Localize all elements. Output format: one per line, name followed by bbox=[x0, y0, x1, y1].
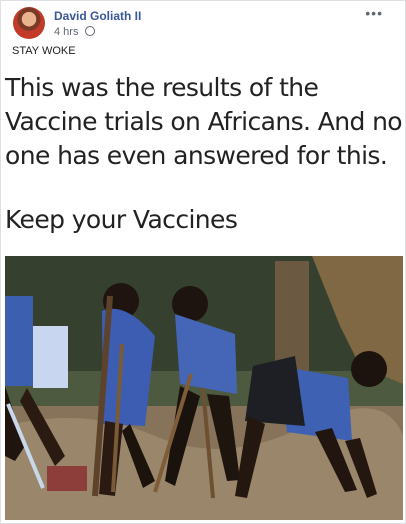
child-shorts bbox=[245, 356, 305, 426]
child-head bbox=[351, 351, 387, 387]
child-shirt bbox=[5, 296, 33, 386]
post-header: David Goliath II 4 hrs ••• bbox=[12, 6, 392, 41]
meme-tail-text: Keep your Vaccines bbox=[5, 205, 238, 234]
child-shirt bbox=[33, 326, 68, 388]
post-text: STAY WOKE bbox=[12, 45, 76, 57]
meme-caption: This was the results of the Vaccine tria… bbox=[5, 71, 403, 173]
meme-line-1: This was the results of the bbox=[5, 73, 319, 102]
meme-line-3: one has even answered for this. bbox=[5, 141, 388, 170]
shoe bbox=[47, 466, 87, 491]
post-time[interactable]: 4 hrs bbox=[54, 26, 78, 38]
post-photo[interactable] bbox=[5, 256, 403, 520]
post-meta: 4 hrs bbox=[54, 26, 95, 38]
avatar[interactable] bbox=[13, 7, 45, 39]
photo-scene bbox=[5, 256, 403, 520]
facebook-post-card: David Goliath II 4 hrs ••• STAY WOKE Thi… bbox=[0, 0, 406, 524]
meme-line-2: Vaccine trials on Africans. And no bbox=[5, 107, 403, 136]
globe-icon bbox=[84, 26, 95, 36]
author-name[interactable]: David Goliath II bbox=[54, 9, 141, 23]
more-options-icon[interactable]: ••• bbox=[365, 6, 383, 20]
